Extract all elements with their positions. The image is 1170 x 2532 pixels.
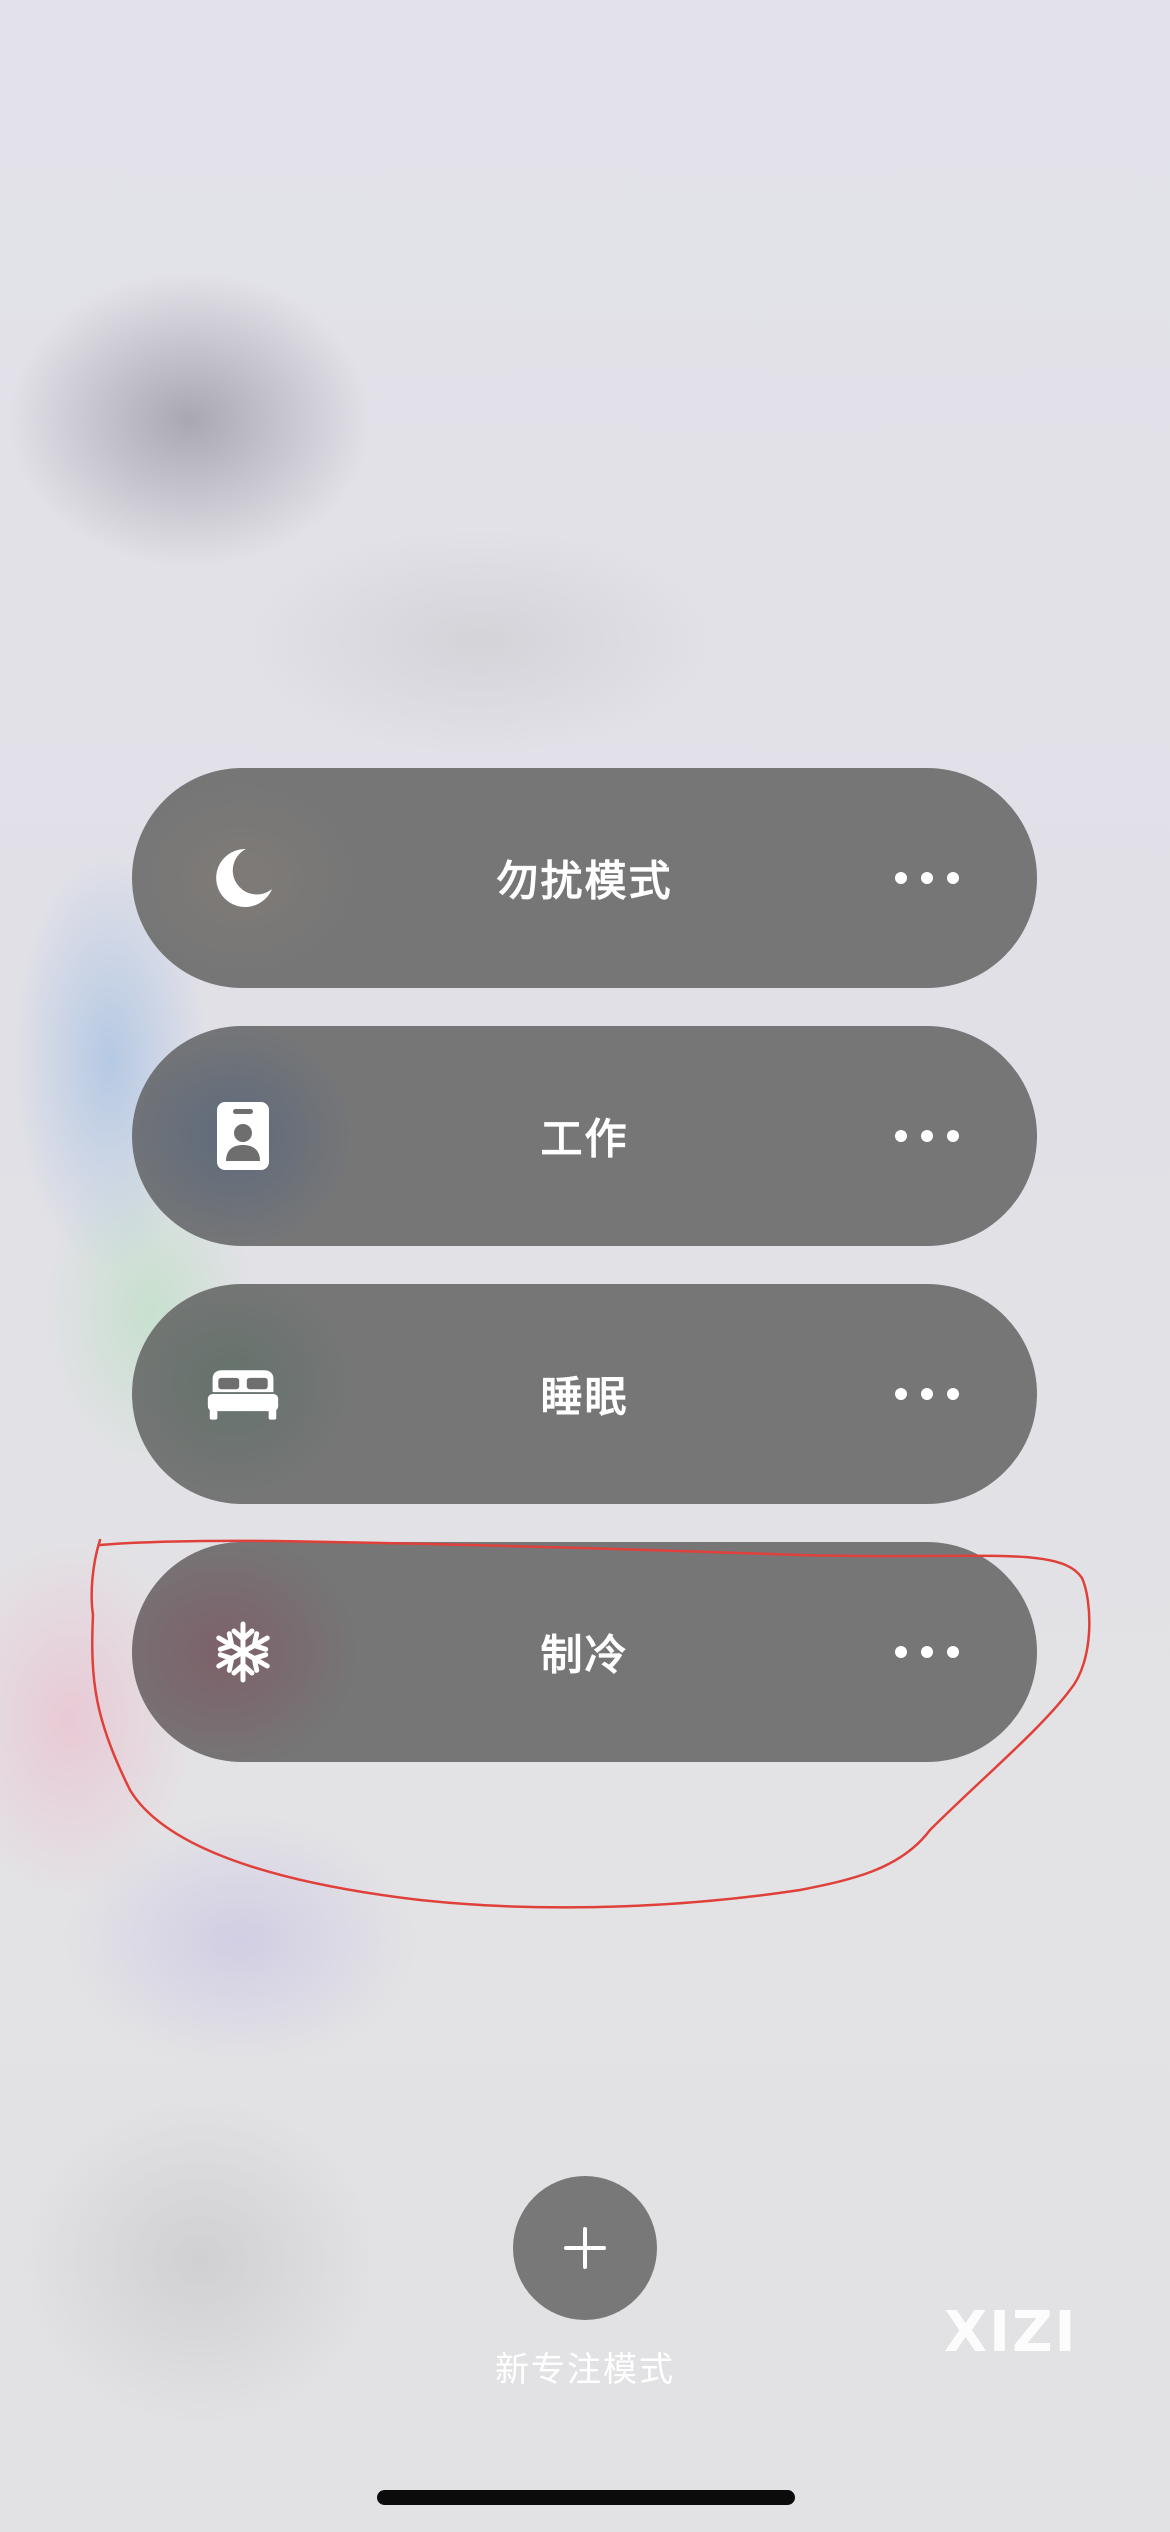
add-focus-label: 新专注模式 — [495, 2350, 675, 2390]
more-options-button[interactable] — [877, 1354, 977, 1434]
home-indicator[interactable] — [377, 2490, 795, 2505]
more-options-button[interactable] — [877, 1612, 977, 1692]
more-options-button[interactable] — [877, 1096, 977, 1176]
add-focus-button[interactable] — [513, 2176, 657, 2320]
ellipsis-icon — [895, 872, 907, 884]
focus-mode-list: 勿扰模式 工作 睡眠 制冷 — [132, 768, 1037, 1800]
focus-mode-do-not-disturb[interactable]: 勿扰模式 — [132, 768, 1037, 988]
ellipsis-icon — [895, 1130, 907, 1142]
ellipsis-icon — [895, 1388, 907, 1400]
more-options-button[interactable] — [877, 838, 977, 918]
ellipsis-icon — [895, 1646, 907, 1658]
focus-mode-sleep[interactable]: 睡眠 — [132, 1284, 1037, 1504]
plus-icon — [564, 2227, 606, 2269]
focus-mode-cooling[interactable]: 制冷 — [132, 1542, 1037, 1762]
watermark-logo: XIZI — [944, 2300, 1078, 2365]
focus-mode-work[interactable]: 工作 — [132, 1026, 1037, 1246]
